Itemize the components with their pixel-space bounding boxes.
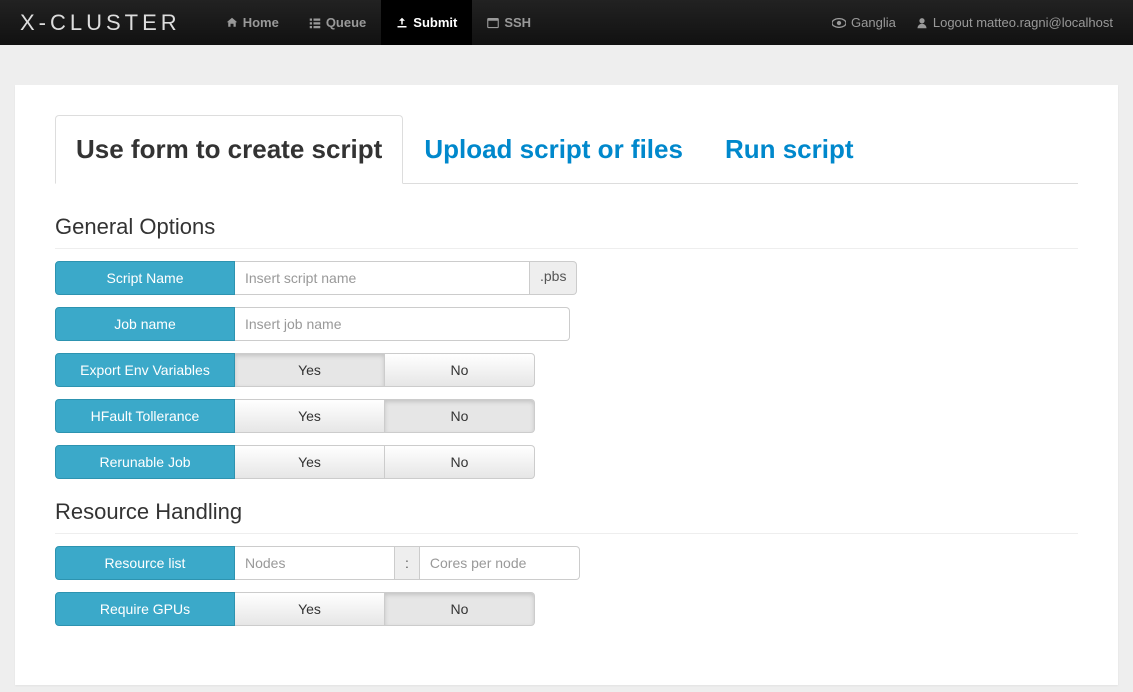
row-require-gpus: Require GPUs Yes No <box>55 592 1078 626</box>
nav-ganglia-label: Ganglia <box>851 15 896 30</box>
nav-queue-label: Queue <box>326 15 366 30</box>
row-script-name: Script Name .pbs <box>55 261 1078 295</box>
row-resource-list: Resource list : <box>55 546 1078 580</box>
label-script-name: Script Name <box>55 261 235 295</box>
nav-logout-label: Logout matteo.ragni@localhost <box>933 15 1113 30</box>
tab-upload[interactable]: Upload script or files <box>403 115 704 184</box>
eye-icon <box>832 18 846 28</box>
nav-submit-label: Submit <box>413 15 457 30</box>
home-icon <box>226 17 238 29</box>
nav-right: Ganglia Logout matteo.ragni@localhost <box>832 15 1113 30</box>
row-hfault: HFault Tollerance Yes No <box>55 399 1078 433</box>
tabs: Use form to create script Upload script … <box>55 115 1078 184</box>
nav-home[interactable]: Home <box>211 0 294 45</box>
hfault-yes[interactable]: Yes <box>235 399 385 433</box>
section-resource-handling: Resource Handling <box>55 499 1078 534</box>
label-resource-list: Resource list <box>55 546 235 580</box>
nav-ssh[interactable]: SSH <box>472 0 546 45</box>
addon-pbs: .pbs <box>530 261 577 295</box>
input-cores[interactable] <box>420 546 580 580</box>
user-icon <box>916 17 928 29</box>
terminal-icon <box>487 17 499 29</box>
main-container: Use form to create script Upload script … <box>15 85 1118 685</box>
label-rerunable: Rerunable Job <box>55 445 235 479</box>
nav-logout[interactable]: Logout matteo.ragni@localhost <box>916 15 1113 30</box>
toggle-export-env: Yes No <box>235 353 535 387</box>
row-export-env: Export Env Variables Yes No <box>55 353 1078 387</box>
nav-ganglia[interactable]: Ganglia <box>832 15 896 30</box>
navbar: X-CLUSTER Home Queue Submit SSH <box>0 0 1133 45</box>
nav-ssh-label: SSH <box>504 15 531 30</box>
export-env-no[interactable]: No <box>385 353 535 387</box>
nav-items: Home Queue Submit SSH <box>211 0 546 45</box>
export-env-yes[interactable]: Yes <box>235 353 385 387</box>
row-rerunable: Rerunable Job Yes No <box>55 445 1078 479</box>
nav-home-label: Home <box>243 15 279 30</box>
toggle-require-gpus: Yes No <box>235 592 535 626</box>
row-job-name: Job name <box>55 307 1078 341</box>
hfault-no[interactable]: No <box>385 399 535 433</box>
label-hfault: HFault Tollerance <box>55 399 235 433</box>
tab-run[interactable]: Run script <box>704 115 875 184</box>
toggle-hfault: Yes No <box>235 399 535 433</box>
brand-logo: X-CLUSTER <box>20 10 181 36</box>
input-job-name[interactable] <box>235 307 570 341</box>
list-icon <box>309 17 321 29</box>
label-require-gpus: Require GPUs <box>55 592 235 626</box>
require-gpus-no[interactable]: No <box>385 592 535 626</box>
toggle-rerunable: Yes No <box>235 445 535 479</box>
rerunable-no[interactable]: No <box>385 445 535 479</box>
label-export-env: Export Env Variables <box>55 353 235 387</box>
label-job-name: Job name <box>55 307 235 341</box>
section-general-options: General Options <box>55 214 1078 249</box>
nav-queue[interactable]: Queue <box>294 0 381 45</box>
upload-icon <box>396 17 408 29</box>
require-gpus-yes[interactable]: Yes <box>235 592 385 626</box>
nav-submit[interactable]: Submit <box>381 0 472 45</box>
rerunable-yes[interactable]: Yes <box>235 445 385 479</box>
input-script-name[interactable] <box>235 261 530 295</box>
resource-sep: : <box>395 546 420 580</box>
input-nodes[interactable] <box>235 546 395 580</box>
tab-form[interactable]: Use form to create script <box>55 115 403 184</box>
